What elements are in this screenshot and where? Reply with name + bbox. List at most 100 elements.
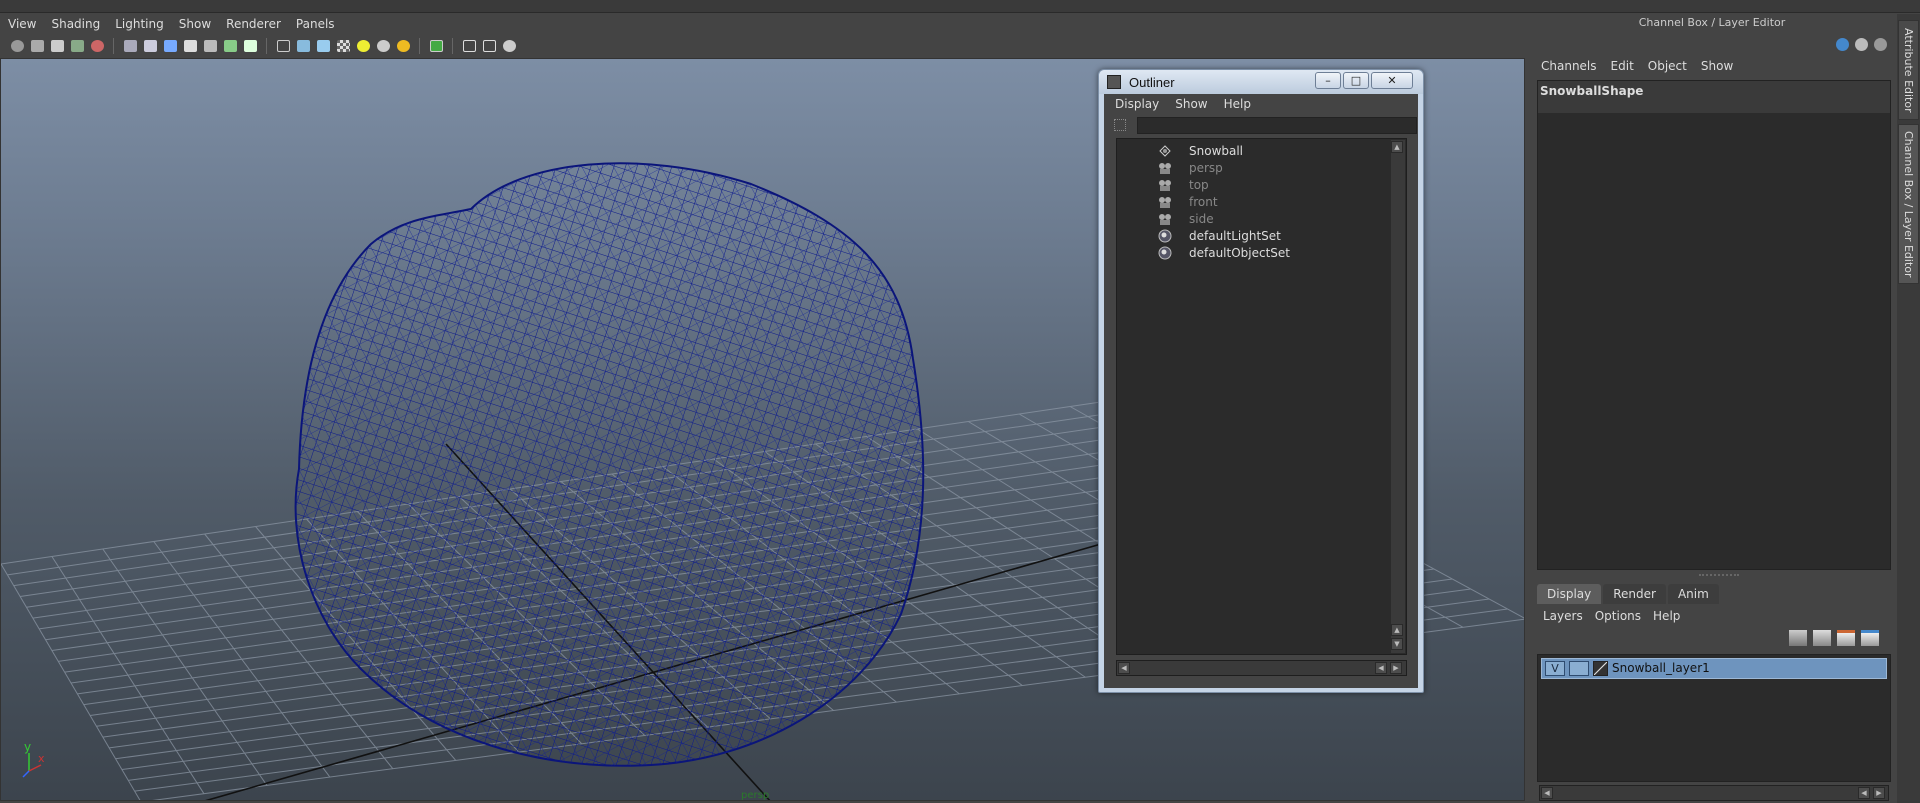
toolbar-separator [266, 38, 267, 54]
outliner-list: Snowball persp top front side defaultLig… [1116, 138, 1407, 655]
camera-icon [1159, 214, 1171, 225]
channel-box-panel: Channel Box / Layer Editor Channels Edit… [1529, 14, 1895, 803]
camera-icon [1159, 180, 1171, 191]
menu-show[interactable]: Show [1701, 59, 1733, 73]
camera-attributes-button[interactable] [28, 37, 46, 55]
axis-indicator: y x [22, 740, 45, 778]
selected-object-name[interactable]: SnowballShape [1538, 81, 1890, 113]
safe-action-icon [223, 40, 237, 52]
sphere-icon [376, 40, 390, 52]
axis-x-label: x [38, 752, 45, 765]
new-layer-from-selected-icon[interactable] [1861, 630, 1879, 646]
outliner-vertical-scrollbar[interactable]: ▲ ▲ ▼ [1391, 140, 1405, 653]
film-gate-button[interactable] [141, 37, 159, 55]
scroll-left-icon[interactable]: ◀ [1858, 787, 1870, 799]
xray-button[interactable] [460, 37, 478, 55]
resolution-gate-button[interactable] [161, 37, 179, 55]
outliner-item-label: defaultLightSet [1189, 229, 1281, 243]
outliner-title: Outliner [1129, 75, 1175, 90]
menu-layers[interactable]: Layers [1543, 609, 1583, 623]
layer-playback-toggle[interactable] [1569, 661, 1589, 676]
move-layer-down-icon[interactable] [1813, 630, 1831, 646]
toolbar-separator [113, 38, 114, 54]
tab-anim[interactable]: Anim [1667, 584, 1719, 604]
use-all-lights-button[interactable] [354, 37, 372, 55]
grid-icon [123, 40, 137, 52]
layer-color-swatch[interactable] [1593, 661, 1608, 676]
outliner-item-label: defaultObjectSet [1189, 246, 1291, 260]
layer-horizontal-scrollbar[interactable]: ◀ ◀ ▶ [1539, 785, 1889, 801]
maximize-button[interactable]: □ [1343, 72, 1369, 89]
2d-pan-zoom-button[interactable] [88, 37, 106, 55]
outliner-item-label: Snowball [1189, 144, 1244, 158]
menu-edit[interactable]: Edit [1611, 59, 1634, 73]
channel-box-tools [1827, 34, 1887, 54]
shadows-button[interactable] [374, 37, 392, 55]
bookmarks-button[interactable] [48, 37, 66, 55]
layer-name[interactable]: Snowball_layer1 [1612, 661, 1710, 675]
wireframe-on-shaded-button[interactable] [314, 37, 332, 55]
isolate-select-button[interactable] [427, 37, 445, 55]
speed-icon[interactable] [1855, 37, 1868, 51]
menu-help[interactable]: Help [1653, 609, 1680, 623]
scroll-down-icon[interactable]: ▼ [1391, 638, 1403, 650]
menu-panels[interactable]: Panels [296, 17, 335, 31]
outliner-menu-help[interactable]: Help [1224, 97, 1251, 111]
safe-action-button[interactable] [221, 37, 239, 55]
ambient-occlusion-button[interactable] [394, 37, 412, 55]
outliner-item-label: persp [1189, 161, 1223, 175]
menu-channels[interactable]: Channels [1541, 59, 1597, 73]
tab-attribute-editor[interactable]: Attribute Editor [1898, 20, 1919, 120]
panel-splitter[interactable] [1699, 574, 1739, 580]
menu-lighting[interactable]: Lighting [115, 17, 164, 31]
scroll-left-icon[interactable]: ◀ [1118, 662, 1130, 674]
wire-on-shaded-icon [316, 40, 330, 52]
field-chart-button[interactable] [201, 37, 219, 55]
scroll-right-icon[interactable]: ▶ [1873, 787, 1885, 799]
outliner-menubar: Display Show Help [1104, 94, 1418, 114]
scroll-left-icon[interactable]: ◀ [1375, 662, 1387, 674]
xray-joints-button[interactable] [480, 37, 498, 55]
outliner-filter-input[interactable] [1137, 117, 1417, 134]
sun-icon [396, 40, 410, 52]
xray-components-button[interactable] [500, 37, 518, 55]
outliner-horizontal-scrollbar[interactable]: ◀ ◀ ▶ [1116, 660, 1407, 676]
menu-view[interactable]: View [8, 17, 36, 31]
tab-display[interactable]: Display [1537, 584, 1602, 604]
safe-title-button[interactable] [241, 37, 259, 55]
menu-renderer[interactable]: Renderer [226, 17, 281, 31]
textured-button[interactable] [334, 37, 352, 55]
tab-render[interactable]: Render [1603, 584, 1666, 604]
camera-icon [10, 40, 24, 52]
menu-show[interactable]: Show [179, 17, 211, 31]
scroll-right-icon[interactable]: ▶ [1390, 662, 1402, 674]
minimize-button[interactable]: – [1315, 72, 1341, 89]
menu-options[interactable]: Options [1595, 609, 1641, 623]
tab-channel-box-layer-editor[interactable]: Channel Box / Layer Editor [1898, 124, 1919, 284]
filter-icon[interactable] [1114, 119, 1126, 131]
gate-mask-button[interactable] [181, 37, 199, 55]
image-plane-button[interactable] [68, 37, 86, 55]
layer-visibility-toggle[interactable]: V [1545, 661, 1565, 676]
manipulator-icon[interactable] [1836, 37, 1849, 51]
move-layer-up-icon[interactable] [1789, 630, 1807, 646]
grid-button[interactable] [121, 37, 139, 55]
new-empty-layer-icon[interactable] [1837, 630, 1855, 646]
layer-row[interactable]: V Snowball_layer1 [1541, 658, 1887, 679]
outliner-titlebar[interactable]: Outliner – □ ✕ [1099, 70, 1423, 94]
menu-object[interactable]: Object [1648, 59, 1687, 73]
top-strip [0, 0, 1920, 13]
scroll-up-icon[interactable]: ▲ [1391, 624, 1403, 636]
outliner-menu-show[interactable]: Show [1175, 97, 1207, 111]
menu-shading[interactable]: Shading [51, 17, 100, 31]
outliner-menu-display[interactable]: Display [1115, 97, 1159, 111]
wireframe-button[interactable] [274, 37, 292, 55]
scroll-left-icon[interactable]: ◀ [1541, 787, 1553, 799]
layer-editor-toolbar [1789, 630, 1879, 646]
smooth-shade-button[interactable] [294, 37, 312, 55]
outliner-item-defaultobjectset[interactable]: defaultObjectSet [1117, 243, 1397, 263]
scroll-up-icon[interactable]: ▲ [1391, 141, 1403, 153]
close-button[interactable]: ✕ [1371, 72, 1413, 89]
select-camera-button[interactable] [8, 37, 26, 55]
hyper-icon[interactable] [1874, 37, 1887, 51]
